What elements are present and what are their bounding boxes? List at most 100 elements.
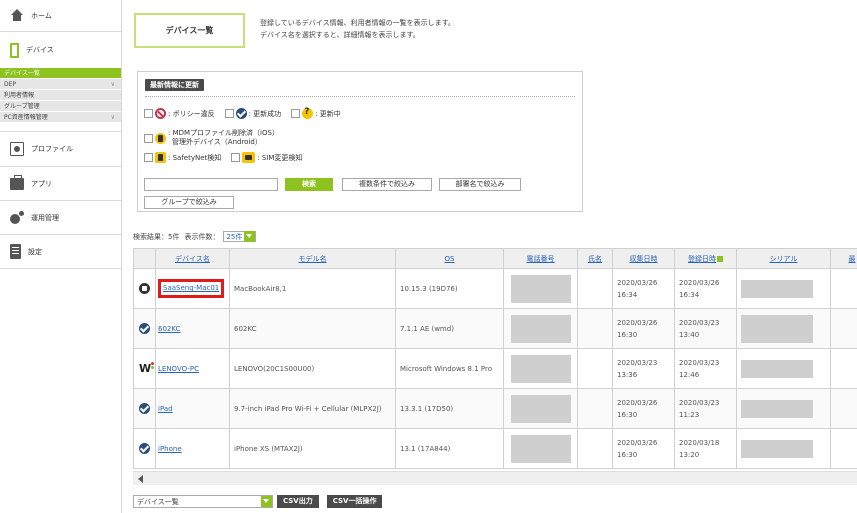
serial-cell [736,308,831,349]
nav-settings-label: 設定 [28,247,42,256]
csv-bulk-button[interactable]: CSV一括操作 [326,495,383,508]
os-cell: 13.3.1 (17D50) [395,388,504,429]
collected-cell: 2020/03/26 16:30 [612,428,675,469]
view-select[interactable]: デバイス一覧 [133,495,273,508]
column-header-collected[interactable]: 収集日時 [612,248,675,269]
nav-ops[interactable]: 運用管理 [0,201,121,235]
last-cell [830,388,857,429]
model-cell: iPhone XS (MTAX2J) [229,428,396,469]
redacted-block [510,394,571,423]
os-cell: 7.1.1 AE (wmd) [395,308,504,349]
submenu-dep[interactable]: DEP ∨ [0,79,121,90]
per-page-value: 25件 [226,232,243,241]
policy-violation-checkbox[interactable] [144,109,153,118]
column-header-registered[interactable]: 登録日時 [674,248,737,269]
status-filter-row-3: : SafetyNet検知 : SIM変更検知 [144,152,312,163]
chevron-down-icon: ∨ [110,81,115,88]
filter-by-department-button[interactable]: 部署名で絞込み [439,178,521,191]
model-cell: MacBookAir8,1 [229,268,396,309]
safetynet-icon [155,152,166,163]
profile-icon [10,142,24,156]
user-name-cell [577,428,613,469]
nav-app[interactable]: アプリ [0,167,121,201]
submenu-user-info[interactable]: 利用者情報 [0,90,121,101]
filter-by-conditions-button[interactable]: 複数条件で絞込み [342,178,432,191]
horizontal-scrollbar[interactable] [133,471,857,485]
column-header-device-name[interactable]: デバイス名 [155,248,230,269]
column-header-serial[interactable]: シリアル [736,248,831,269]
nav-settings[interactable]: 設定 [0,235,121,269]
update-success-checkbox[interactable] [224,109,234,118]
updating-checkbox[interactable] [291,109,301,118]
sim-change-checkbox[interactable] [231,153,241,162]
serial-cell [736,428,831,469]
table-header-row: デバイス名 モデル名 OS 電話番号 氏名 収集日時 登録日時 シリアル 最 [133,248,857,269]
serial-cell [736,268,831,309]
settings-list-icon [10,244,21,259]
safetynet-label: : SafetyNet検知 [168,153,222,162]
device-status-cell [133,268,156,309]
submenu-pc-asset-label: PC資産情報管理 [4,114,48,121]
check-icon [235,108,247,119]
bottom-toolbar: デバイス一覧 CSV出力 CSV一括操作 [133,495,383,508]
device-name-link[interactable]: iPhone [158,445,182,453]
device-name-link[interactable]: iPad [158,405,173,413]
filter-panel: 最新情報に更新 : ポリシー違反 : 更新成功 : 更新中 : MDMプロファイ… [137,71,583,212]
device-name-cell: 602KC [155,308,230,349]
user-name-cell [577,348,613,389]
mdm-removed-icon [155,132,166,144]
column-header-last[interactable]: 最 [830,248,857,269]
mdm-removed-checkbox[interactable] [144,133,153,143]
table-row: iPhone iPhone XS (MTAX2J) 13.1 (17A844) … [133,428,857,469]
per-page-select[interactable]: 25件 [223,231,257,242]
column-header-phone[interactable]: 電話番号 [503,248,578,269]
search-button[interactable]: 検索 [285,178,333,191]
mdm-removed-label-line2: 管理外デバイス（Android） [172,138,262,146]
device-name-link[interactable]: LENOVO-PC [158,365,199,373]
sidebar: ホーム デバイス デバイス一覧 DEP ∨ 利用者情報 グループ管理 PC資産情報… [0,0,122,513]
redacted-block [510,434,571,463]
per-page-label: 表示件数： [184,232,220,241]
device-name-cell: LENOVO-PC [155,348,230,389]
phone-cell [503,268,578,309]
device-name-cell: SaaSeng-Mac01 [155,268,230,309]
column-header-user-name[interactable]: 氏名 [577,248,613,269]
result-count: 検索結果：5件 [133,232,180,241]
column-header-registered-label: 登録日時 [688,254,716,263]
search-input[interactable] [144,178,278,191]
device-name-link[interactable]: 602KC [158,325,180,333]
main-content: デバイス一覧 登録しているデバイス情報、利用者情報の一覧を表示します。 デバイス… [122,0,857,513]
table-row: iPad 9.7-inch iPad Pro Wi-Fi + Cellular … [133,388,857,429]
nav-profile[interactable]: プロファイル [0,131,121,167]
sim-change-label: : SIM変更検知 [257,153,303,162]
registered-cell: 2020/03/23 11:23 [674,388,737,429]
scroll-left-icon[interactable] [138,475,143,483]
submenu-device-list[interactable]: デバイス一覧 [0,68,121,79]
refresh-button[interactable]: 最新情報に更新 [145,79,204,91]
filter-by-group-button[interactable]: グループで絞込み [144,196,234,209]
safetynet-checkbox[interactable] [144,153,153,162]
collected-cell: 2020/03/26 16:34 [612,268,675,309]
redacted-block [510,354,571,383]
mac-icon [139,283,150,294]
device-status-cell [133,308,156,349]
check-icon [139,323,150,334]
registered-cell: 2020/03/18 13:20 [674,428,737,469]
submenu-group-management[interactable]: グループ管理 [0,101,121,112]
submenu-pc-asset[interactable]: PC資産情報管理 ∨ [0,112,121,123]
device-name-link[interactable]: SaaSeng-Mac01 [163,284,219,292]
submenu-device-list-label: デバイス一覧 [4,70,40,77]
column-header-os[interactable]: OS [395,248,504,269]
nav-device[interactable]: デバイス [0,32,121,68]
column-header-model[interactable]: モデル名 [229,248,396,269]
device-table-container: デバイス名 モデル名 OS 電話番号 氏名 収集日時 登録日時 シリアル 最 S… [133,248,857,471]
redacted-block [741,359,813,378]
csv-export-button[interactable]: CSV出力 [277,495,319,508]
last-cell [830,428,857,469]
collected-cell: 2020/03/23 13:36 [612,348,675,389]
nav-home[interactable]: ホーム [0,0,121,32]
status-filter-row-1: : ポリシー違反 : 更新成功 : 更新中 [144,107,351,119]
question-icon [302,107,314,119]
redacted-block [741,439,813,458]
sort-icon [717,255,723,262]
